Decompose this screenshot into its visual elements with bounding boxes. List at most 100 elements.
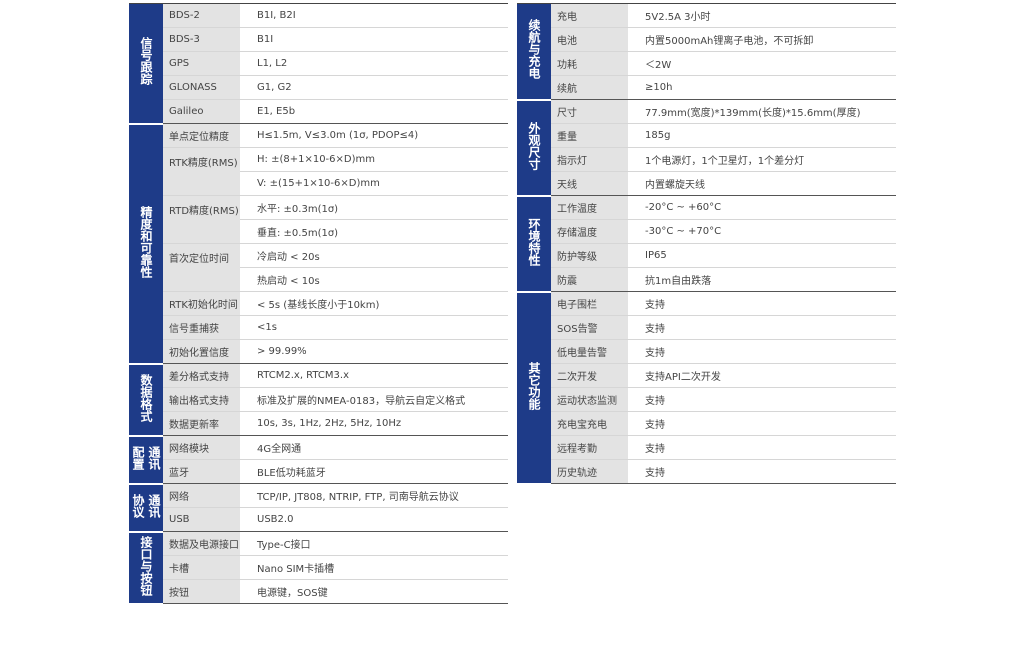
spec-label: 远程考勤	[551, 435, 628, 460]
spec-value: 1个电源灯，1个卫星灯，1个差分灯	[628, 147, 896, 172]
spec-value: 10s, 3s, 1Hz, 2Hz, 5Hz, 10Hz	[240, 411, 508, 436]
spec-label: 数据及电源接口	[163, 531, 240, 556]
spec-value: 内置螺旋天线	[628, 171, 896, 196]
spec-label: 卡槽	[163, 555, 240, 580]
spec-value: 支持	[628, 411, 896, 436]
spec-row: 蓝牙 BLE低功耗蓝牙	[129, 459, 508, 484]
spec-label: 防震	[551, 267, 628, 292]
spec-label: RTD精度(RMS)	[163, 195, 240, 244]
spec-value: 水平: ±0.3m(1σ)	[240, 195, 508, 220]
spec-value: H≤1.5m, V≤3.0m (1σ, PDOP≤4)	[240, 123, 508, 148]
spec-value: Type-C接口	[240, 531, 508, 556]
spec-value: RTCM2.x, RTCM3.x	[240, 363, 508, 388]
spec-label: 二次开发	[551, 363, 628, 388]
spec-row: RTK初始化时间 < 5s (基线长度小于10km)	[129, 291, 508, 316]
spec-label: 单点定位精度	[163, 123, 240, 148]
spec-label: BDS-2	[163, 3, 240, 28]
right-spec-table: 续航与充电 充电 5V2.5A 3小时 电池 内置5000mAh锂离子电池，不可拆卸 功耗…	[517, 3, 896, 485]
spec-label: USB	[163, 507, 240, 532]
spec-value: B1I, B2I	[240, 3, 508, 28]
spec-label: 尺寸	[551, 99, 628, 124]
spec-value: 5V2.5A 3小时	[628, 3, 896, 28]
category-cell: 环境特性	[517, 195, 551, 293]
left-spec-table: 信号跟踪 BDS-2 B1I, B2I BDS-3 B1I GPS L1, L2 GLONAS…	[129, 3, 508, 605]
category-label: 续航与充电	[527, 19, 541, 80]
spec-label: 数据更新率	[163, 411, 240, 436]
spec-value: 支持	[628, 435, 896, 460]
spec-label: 续航	[551, 75, 628, 100]
category-cell: 通讯配置	[129, 435, 163, 485]
spec-label: 电池	[551, 27, 628, 52]
spec-label: 充电宝充电	[551, 411, 628, 436]
spec-row: 数据格式 差分格式支持 RTCM2.x, RTCM3.x	[129, 363, 508, 437]
spec-row: BDS-3 B1I	[129, 27, 508, 52]
spec-row: 续航 ≥10h	[517, 75, 896, 100]
spec-row: 接口与按钮 数据及电源接口 Type-C接口	[129, 531, 508, 605]
spec-label: 功耗	[551, 51, 628, 76]
category-label: 精度和可靠性	[139, 205, 153, 278]
spec-row: 信号跟踪 BDS-2 B1I, B2I	[129, 3, 508, 125]
spec-row: 功耗 ＜2W	[517, 51, 896, 76]
spec-label: 网络模块	[163, 435, 240, 460]
spec-value: 标准及扩展的NMEA-0183，导航云自定义格式	[240, 387, 508, 412]
spec-label: 存储温度	[551, 219, 628, 244]
category-cell: 其它功能	[517, 291, 551, 485]
spec-label: BDS-3	[163, 27, 240, 52]
spec-label: GLONASS	[163, 75, 240, 100]
category-label: 信号跟踪	[139, 37, 153, 86]
spec-value: 支持	[628, 315, 896, 340]
spec-value: 支持API二次开发	[628, 363, 896, 388]
category-label: 外观尺寸	[527, 121, 541, 170]
spec-row: 续航与充电 充电 5V2.5A 3小时	[517, 3, 896, 101]
spec-row: 指示灯 1个电源灯，1个卫星灯，1个差分灯	[517, 147, 896, 172]
spec-value: 185g	[628, 123, 896, 148]
spec-row: 防护等级 IP65	[517, 243, 896, 268]
spec-row: 防震 抗1m自由跌落	[517, 267, 896, 292]
spec-row: 数据更新率 10s, 3s, 1Hz, 2Hz, 5Hz, 10Hz	[129, 411, 508, 436]
spec-row: 远程考勤 支持	[517, 435, 896, 460]
spec-value: 热启动 < 10s	[240, 267, 508, 292]
spec-row: 充电宝充电 支持	[517, 411, 896, 436]
spec-row: 电池 内置5000mAh锂离子电池，不可拆卸	[517, 27, 896, 52]
spec-row: 输出格式支持 标准及扩展的NMEA-0183，导航云自定义格式	[129, 387, 508, 412]
category-label: 环境特性	[527, 217, 541, 266]
spec-row: 按钮 电源键，SOS键	[129, 579, 508, 604]
spec-value: 支持	[628, 339, 896, 364]
spec-label: RTK初始化时间	[163, 291, 240, 316]
spec-label: 历史轨迹	[551, 459, 628, 484]
spec-value: V: ±(15+1×10-6×D)mm	[240, 171, 508, 196]
spec-value: 冷启动 < 20s	[240, 243, 508, 268]
spec-label: 指示灯	[551, 147, 628, 172]
spec-row: 首次定位时间 冷启动 < 20s	[129, 243, 508, 292]
spec-value: 抗1m自由跌落	[628, 267, 896, 292]
spec-label: 初始化置信度	[163, 339, 240, 364]
category-cell: 信号跟踪	[129, 3, 163, 125]
spec-row: 环境特性 工作温度 -20°C ~ +60°C	[517, 195, 896, 293]
spec-row: 低电量告警 支持	[517, 339, 896, 364]
spec-row: 信号重捕获 <1s	[129, 315, 508, 340]
category-label: 数据格式	[139, 373, 153, 422]
spec-label: 蓝牙	[163, 459, 240, 484]
spec-row: 通讯配置 网络模块 4G全网通	[129, 435, 508, 485]
spec-label: 信号重捕获	[163, 315, 240, 340]
spec-label: 重量	[551, 123, 628, 148]
spec-label: RTK精度(RMS)	[163, 147, 240, 196]
spec-row: 外观尺寸 尺寸 77.9mm(宽度)*139mm(长度)*15.6mm(厚度)	[517, 99, 896, 197]
spec-value: ≥10h	[628, 75, 896, 100]
spec-label: Galileo	[163, 99, 240, 124]
spec-value: TCP/IP, JT808, NTRIP, FTP, 司南导航云协议	[240, 483, 508, 508]
spec-label: 工作温度	[551, 195, 628, 220]
spec-label: 充电	[551, 3, 628, 28]
spec-value: G1, G2	[240, 75, 508, 100]
spec-value: 77.9mm(宽度)*139mm(长度)*15.6mm(厚度)	[628, 99, 896, 124]
spec-value: L1, L2	[240, 51, 508, 76]
spec-label: 运动状态监测	[551, 387, 628, 412]
spec-row: 二次开发 支持API二次开发	[517, 363, 896, 388]
category-label: 接口与按钮	[139, 535, 153, 596]
spec-value: ＜2W	[628, 51, 896, 76]
spec-value: 支持	[628, 291, 896, 316]
category-cell: 数据格式	[129, 363, 163, 437]
spec-row: 历史轨迹 支持	[517, 459, 896, 484]
spec-row: 通讯协议 网络 TCP/IP, JT808, NTRIP, FTP, 司南导航云协议	[129, 483, 508, 533]
spec-row: SOS告警 支持	[517, 315, 896, 340]
